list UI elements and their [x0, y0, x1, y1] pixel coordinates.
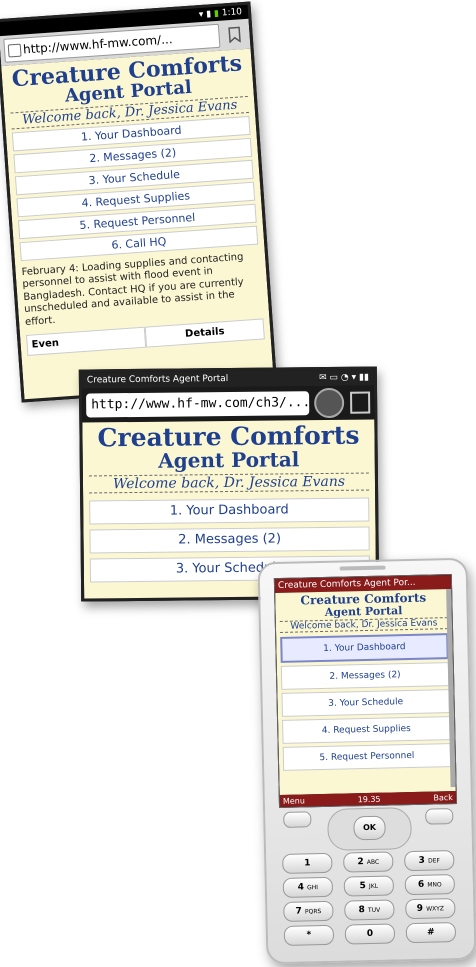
- status-title: Creature Comforts Agent Portal: [86, 374, 229, 386]
- nav-dashboard[interactable]: 1. Your Dashboard: [280, 633, 449, 664]
- android-phone: ▾ ▮ ▮ 1:10 http://www.hf-mw.com/... Crea…: [0, 1, 278, 403]
- keypad: 1 2 ABC 3 DEF 4 GHI 5 JKL 6 MNO 7 PQRS 8…: [282, 850, 457, 950]
- key-hash[interactable]: #: [405, 922, 457, 944]
- page-content: Creature Comforts Agent Portal Welcome b…: [275, 589, 456, 795]
- nav-messages[interactable]: 2. Messages (2): [89, 526, 370, 554]
- page-content: Creature Comforts Agent Portal Welcome b…: [1, 48, 275, 403]
- key-3[interactable]: 3 DEF: [404, 850, 455, 872]
- welcome-message: Welcome back, Dr. Jessica Evans: [279, 617, 449, 634]
- key-4[interactable]: 4 GHI: [282, 876, 334, 898]
- tabs-icon[interactable]: [350, 391, 371, 414]
- favicon-icon: [7, 43, 22, 58]
- nav-dashboard[interactable]: 1. Your Dashboard: [89, 497, 370, 525]
- nav-request-personnel[interactable]: 5. Request Personnel: [282, 743, 452, 772]
- key-1[interactable]: 1: [282, 852, 333, 874]
- key-8[interactable]: 8 TUV: [344, 899, 395, 921]
- key-5[interactable]: 5 JKL: [343, 875, 395, 897]
- signal-icon: ▮: [205, 9, 212, 20]
- tab-details[interactable]: Details: [144, 318, 265, 349]
- softkey-back[interactable]: Back: [433, 791, 453, 805]
- softkey-bar: Menu 19.35 Back: [279, 790, 457, 809]
- clock: 19.35: [357, 794, 381, 805]
- bookmark-icon[interactable]: [223, 23, 246, 46]
- news-update: February 4: Loading supplies and contact…: [21, 251, 245, 328]
- ok-button[interactable]: OK: [353, 815, 386, 841]
- feature-phone: Creature Comforts Agent Por... Creature …: [257, 557, 476, 965]
- status-bar: Creature Comforts Agent Portal ✉ ▭ ◔ ▾ ▮…: [81, 369, 374, 389]
- left-soft-button[interactable]: [283, 811, 312, 828]
- browser-toolbar: http://www.hf-mw.com/ch3/...: [81, 385, 375, 423]
- nav-list: 1. Your Dashboard 2. Messages (2) 3. You…: [11, 115, 259, 262]
- globe-icon[interactable]: [314, 387, 345, 419]
- nav-schedule[interactable]: 3. Your Schedule: [281, 689, 450, 718]
- right-soft-button[interactable]: [425, 808, 454, 825]
- tab-events[interactable]: Even: [26, 327, 147, 357]
- wifi-icon: ▾: [198, 9, 204, 21]
- status-time: 1:10: [221, 7, 243, 19]
- nav-messages[interactable]: 2. Messages (2): [280, 662, 450, 691]
- url-field[interactable]: http://www.hf-mw.com/ch3/...: [86, 391, 310, 418]
- speaker-grille: [339, 565, 386, 571]
- battery-icon: ▮: [213, 8, 220, 20]
- welcome-message: Welcome back, Dr. Jessica Evans: [88, 472, 370, 494]
- page-subtitle: Agent Portal: [158, 447, 300, 473]
- key-7[interactable]: 7 PQRS: [283, 900, 334, 922]
- softkey-menu[interactable]: Menu: [283, 794, 305, 808]
- key-9[interactable]: 9 WXYZ: [405, 898, 456, 920]
- key-star[interactable]: *: [283, 924, 335, 946]
- key-6[interactable]: 6 MNO: [404, 874, 456, 896]
- key-0[interactable]: 0: [344, 923, 396, 945]
- status-icons: ✉ ▭ ◔ ▾ ▮▮: [319, 372, 369, 384]
- nav-request-supplies[interactable]: 4. Request Supplies: [282, 716, 451, 745]
- phone-screen: Creature Comforts Agent Por... Creature …: [273, 574, 457, 809]
- key-2[interactable]: 2 ABC: [343, 851, 394, 873]
